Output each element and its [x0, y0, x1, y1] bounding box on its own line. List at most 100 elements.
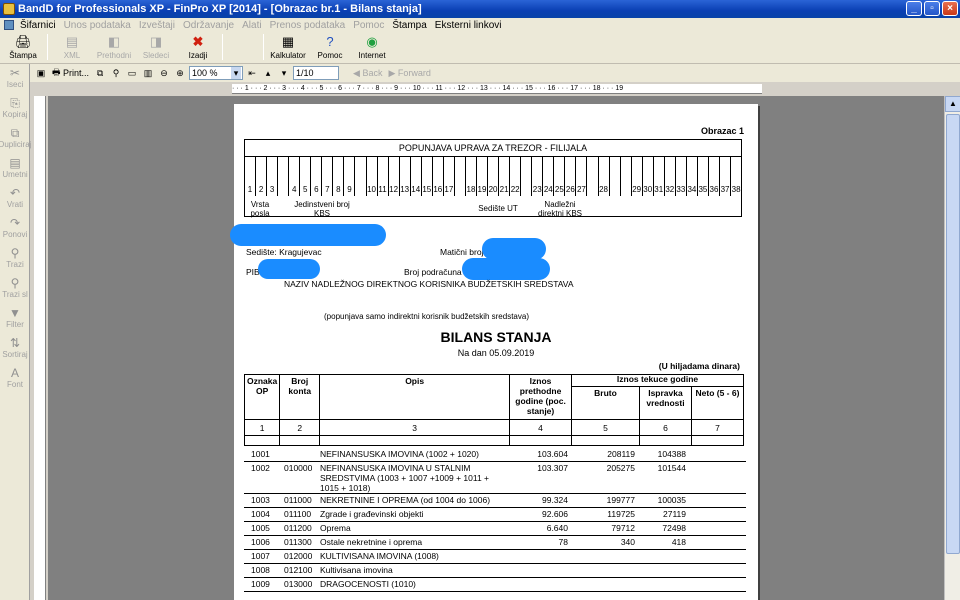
- internet-button[interactable]: ◉ Internet: [351, 32, 393, 62]
- cell-op: 1009: [251, 579, 270, 589]
- menu-item-5[interactable]: Prenos podataka: [266, 20, 350, 31]
- cell-opis: Kultivisana imovina: [320, 565, 393, 575]
- menu-item-0[interactable]: Šifarnici: [16, 20, 60, 31]
- menu-item-6[interactable]: Pomoc: [349, 20, 388, 31]
- prethodni-button[interactable]: ◧ Prethodni: [93, 32, 135, 62]
- menu-item-2[interactable]: Izveštaji: [135, 20, 179, 31]
- find-icon[interactable]: ⚲: [109, 66, 123, 80]
- cell-opis: Zgrade i građevinski objekti: [320, 509, 424, 519]
- trezor-digit: 9: [347, 185, 352, 194]
- table-row: 1006 011300 Ostale nekretnine i oprema 78 34…: [244, 536, 746, 550]
- leftbar-label: Vrati: [6, 200, 24, 209]
- trezor-digit: 36: [709, 185, 719, 194]
- table-row: 1008 012100 Kultivisana imovina: [244, 564, 746, 578]
- trezor-digit-cell: 14: [411, 157, 422, 196]
- cell-opis: Ostale nekretnine i oprema: [320, 537, 423, 547]
- copy-icon[interactable]: ⧉: [93, 66, 107, 80]
- cell-opis: NEKRETNINE I OPREMA (od 1004 do 1006): [320, 495, 491, 505]
- leftbar-item-4[interactable]: ↶ Vrati: [0, 184, 30, 214]
- izadji-button[interactable]: ✖ Izadji: [177, 32, 219, 62]
- sledeci-button[interactable]: ◨ Sledeci: [135, 32, 177, 62]
- maximize-button[interactable]: ▫: [924, 1, 940, 16]
- multi-page-icon[interactable]: ▥: [141, 66, 155, 80]
- cell-konto: 011300: [284, 537, 312, 547]
- trezor-digit: 22: [510, 185, 520, 194]
- trezor-digit: 16: [433, 185, 443, 194]
- minimize-button[interactable]: _: [906, 1, 922, 16]
- column-numbers-row: 1234567: [243, 419, 745, 436]
- cell-opis: NEFINANSUSKA IMOVINA (1002 + 1020): [320, 449, 479, 459]
- trezor-digit: 20: [488, 185, 498, 194]
- print-button[interactable]: 🖶 Print...: [50, 66, 91, 80]
- menu-item-4[interactable]: Alati: [238, 20, 265, 31]
- leftbar-item-0[interactable]: ✂ Iseci: [0, 64, 30, 94]
- stampa-button[interactable]: 🖨 Štampa: [2, 32, 44, 62]
- trezor-digit-cell: 15: [422, 157, 433, 196]
- leftbar-item-8[interactable]: ▼ Filter: [0, 304, 30, 334]
- menu-item-7[interactable]: Štampa: [388, 20, 430, 31]
- trezor-digit: 3: [269, 185, 275, 194]
- leftbar-item-7[interactable]: ⚲ Trazi sl: [0, 274, 30, 304]
- trezor-digit-cell: 32: [665, 157, 676, 196]
- neto-header: Neto (5 - 6): [690, 386, 745, 420]
- cell-isp: 104388: [657, 449, 686, 459]
- cell-prev: 99.324: [542, 495, 568, 505]
- page-input[interactable]: 1/10: [293, 66, 340, 80]
- back-icon: ◀: [353, 67, 360, 78]
- leftbar-item-1[interactable]: ⎘ Kopiraj: [0, 94, 30, 124]
- menu-item-3[interactable]: Održavanje: [179, 20, 238, 31]
- back-button[interactable]: ◀ Back: [351, 66, 384, 80]
- kalkulator-button[interactable]: ▦ Kalkulator: [267, 32, 309, 62]
- first-page-icon[interactable]: ⇤: [245, 66, 259, 80]
- leftbar-item-5[interactable]: ↷ Ponovi: [0, 214, 30, 244]
- scroll-thumb[interactable]: [946, 114, 960, 554]
- trezor-digit: 32: [665, 185, 675, 194]
- leftbar-item-6[interactable]: ⚲ Trazi: [0, 244, 30, 274]
- table-row: 1001 NEFINANSUSKA IMOVINA (1002 + 1020) 10…: [244, 448, 746, 462]
- close-button[interactable]: ×: [942, 1, 958, 16]
- forward-button[interactable]: ▶ Forward: [386, 66, 432, 80]
- redaction: [482, 238, 546, 260]
- preview-toolbar: ▣ 🖶 Print... ⧉ ⚲ ▭ ▥ ⊖ ⊕ 100 % ⇤ ▴ ▾ 1/1…: [30, 64, 960, 82]
- redaction: [230, 224, 386, 246]
- cell-prev: 103.604: [537, 449, 568, 459]
- xml-button[interactable]: ▤ XML: [51, 32, 93, 62]
- bilans-rows: 1001 NEFINANSUSKA IMOVINA (1002 + 1020) 10…: [244, 448, 746, 592]
- leftbar-item-3[interactable]: ▤ Umetni: [0, 154, 30, 184]
- leftbar-item-10[interactable]: A Font: [0, 364, 30, 394]
- zoom-in-icon[interactable]: ⊕: [173, 66, 187, 80]
- preview-icon[interactable]: ▣: [34, 66, 48, 80]
- leftbar-item-2[interactable]: ⧉ Dupliciraj: [0, 124, 31, 154]
- previous-icon: ◧: [107, 34, 121, 49]
- scroll-up-arrow[interactable]: ▲: [945, 96, 960, 112]
- trezor-digit-cell: [278, 157, 290, 196]
- cell-bruto: 208119: [607, 449, 635, 459]
- menu-item-1[interactable]: Unos podataka: [60, 20, 135, 31]
- zoom-select[interactable]: 100 %: [189, 66, 244, 80]
- zoom-out-icon[interactable]: ⊖: [157, 66, 171, 80]
- trezor-digit-cell: 2: [256, 157, 268, 196]
- trezor-digit-cell: 16: [433, 157, 444, 196]
- trezor-digit-cell: 6: [311, 157, 323, 196]
- cell-konto: 011000: [284, 495, 312, 505]
- next-page-icon[interactable]: ▾: [277, 66, 291, 80]
- leftbar-icon-3: ▤: [9, 156, 21, 170]
- trezor-digit: 31: [654, 185, 664, 194]
- document-viewport[interactable]: Obrazac 1 POPUNJAVA UPRAVA ZA TREZOR - F…: [48, 96, 944, 600]
- single-page-icon[interactable]: ▭: [125, 66, 139, 80]
- column-number: 2: [279, 419, 321, 436]
- trezor-digit-cell: [355, 157, 367, 196]
- vertical-scrollbar[interactable]: ▲: [944, 96, 960, 600]
- menu-item-8[interactable]: Eksterni linkovi: [431, 20, 506, 31]
- table-row: 1005 011200 Oprema 6.640 79712 72498: [244, 522, 746, 536]
- trezor-digit-cell: 19: [477, 157, 489, 196]
- cell-bruto: 199777: [606, 495, 635, 505]
- leftbar-item-9[interactable]: ⇅ Sortiraj: [0, 334, 30, 364]
- pomoc-button[interactable]: ? Pomoc: [309, 32, 351, 62]
- trezor-digit: 35: [698, 185, 708, 194]
- trezor-digit: 24: [543, 185, 553, 194]
- prev-page-icon[interactable]: ▴: [261, 66, 275, 80]
- trezor-digit: 38: [731, 185, 741, 194]
- leftbar-icon-6: ⚲: [10, 246, 20, 260]
- calculator-icon: ▦: [281, 34, 295, 49]
